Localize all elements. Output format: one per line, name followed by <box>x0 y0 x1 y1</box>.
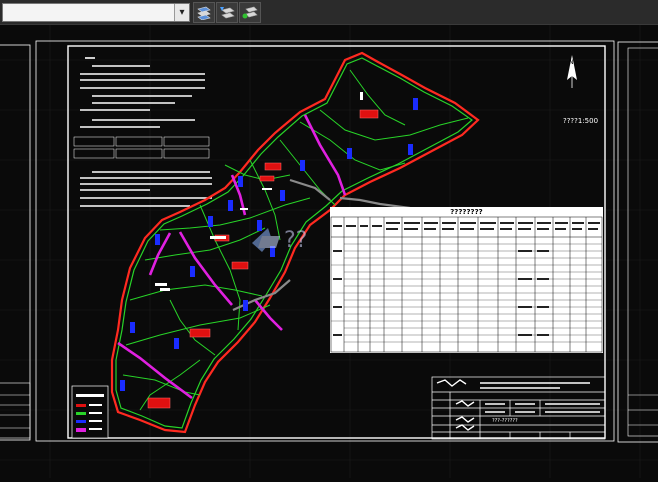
cad-toolbar: ▾ <box>0 0 658 25</box>
layer-combo[interactable]: ▾ <box>2 3 190 22</box>
design-notes <box>80 57 205 128</box>
layer-previous-icon <box>220 7 235 19</box>
layer-isolate-button[interactable] <box>239 2 261 23</box>
stats-table-grid <box>330 216 603 353</box>
drawing-canvas[interactable]: N ?? ????1:500 ???????? ???-?????? <box>0 25 658 478</box>
right-sheet-frame <box>617 41 658 443</box>
title-block <box>431 376 606 440</box>
title-block-signatures <box>436 379 600 431</box>
notes-formula-boxes <box>73 136 210 159</box>
watermark-logo: ?? <box>252 228 307 253</box>
design-notes-2 <box>80 171 212 207</box>
layer-isolate-icon <box>242 6 258 19</box>
drawing-name: ???-?????? <box>492 418 518 424</box>
earthwork-stats-table: ???????? <box>330 207 603 353</box>
left-sheet-frame <box>0 44 31 441</box>
watermark-text: ?? <box>284 228 307 253</box>
legend-box <box>71 385 109 439</box>
layer-previous-button[interactable] <box>216 2 238 23</box>
chevron-down-icon[interactable]: ▾ <box>174 4 189 21</box>
svg-text:N: N <box>569 59 574 66</box>
layer-match-button[interactable] <box>193 2 215 23</box>
layer-match-icon <box>197 6 211 20</box>
scale-label: ????1:500 <box>563 117 599 125</box>
magenta-zone-lines <box>117 114 347 400</box>
